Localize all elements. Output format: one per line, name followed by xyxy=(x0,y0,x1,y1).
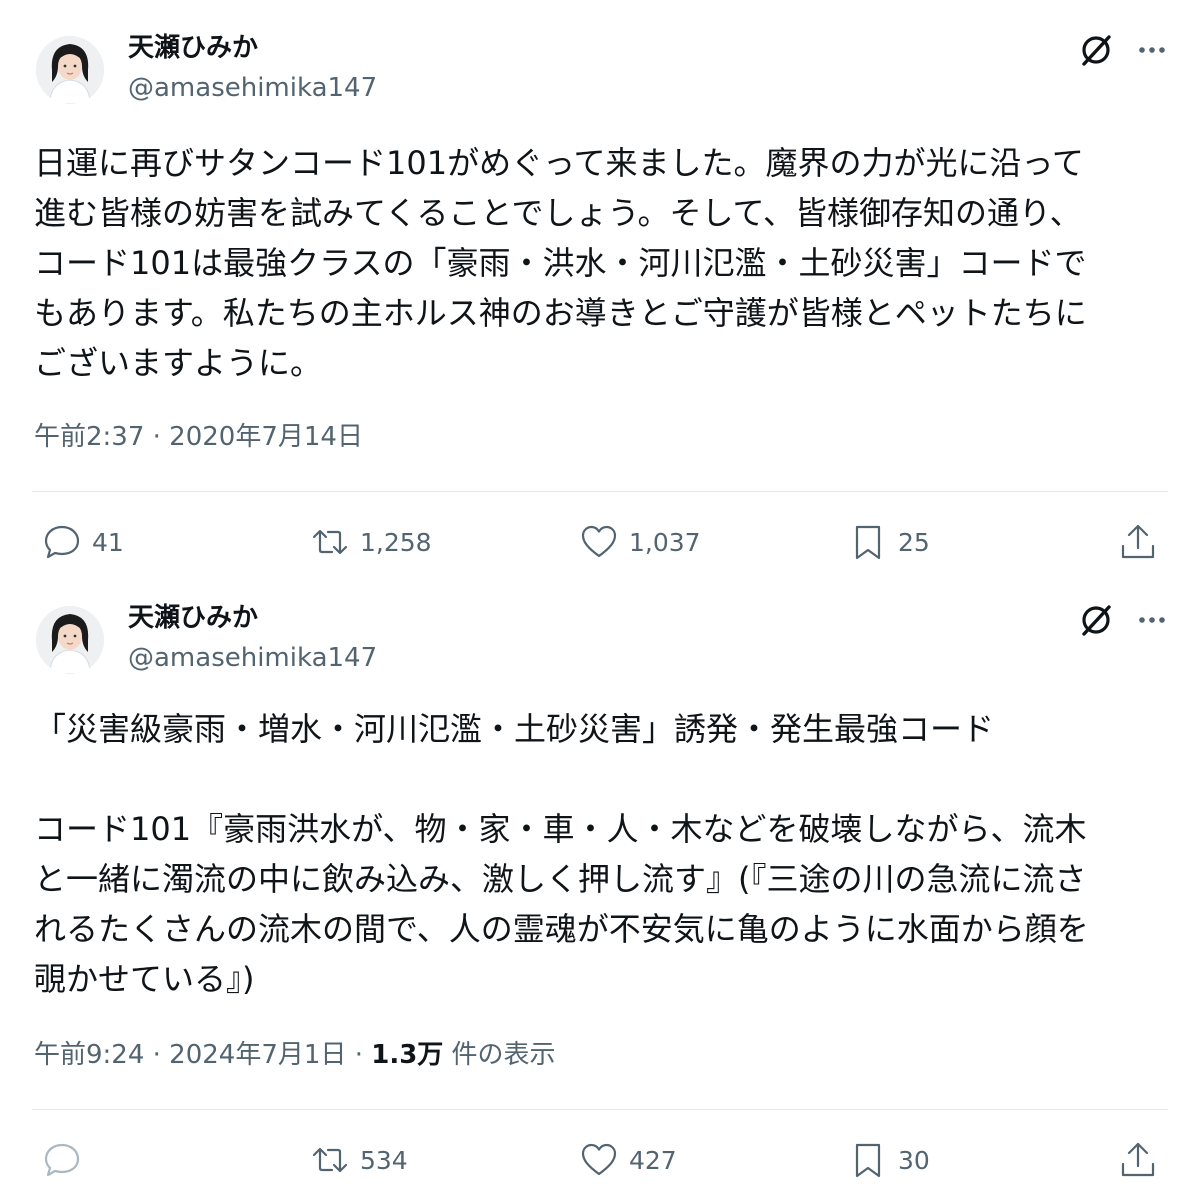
reply-bubble-icon xyxy=(44,1143,80,1177)
like-button[interactable]: 427 xyxy=(579,1138,677,1182)
like-button[interactable]: 1,037 xyxy=(579,520,701,564)
divider xyxy=(32,491,1168,492)
bookmark-count: 25 xyxy=(898,527,930,557)
like-count: 427 xyxy=(629,1145,677,1175)
share-upload-icon xyxy=(1121,1142,1155,1177)
bookmark-button[interactable]: 25 xyxy=(848,520,930,564)
more-dots-icon[interactable] xyxy=(1132,30,1172,70)
tweet-timestamp[interactable]: 午前2:37 · 2020年7月14日 xyxy=(34,421,363,453)
tweet-text: 「災害級豪雨・増水・河川氾濫・土砂災害」誘発・発生最強コード コード101『豪雨… xyxy=(34,710,1089,998)
reply-button[interactable]: 41 xyxy=(42,520,124,564)
views-count: 1.3万 xyxy=(371,1040,444,1070)
timestamp-text[interactable]: 午前2:37 · 2020年7月14日 xyxy=(34,422,363,452)
reply-bubble-icon xyxy=(44,525,80,559)
tweet-2[interactable]: 天瀬ひみか @amasehimika147 「災害級豪雨・増水・河川氾濫・土砂災… xyxy=(0,590,1199,1200)
author-handle[interactable]: @amasehimika147 xyxy=(128,642,377,674)
share-button[interactable] xyxy=(1118,520,1158,564)
heart-icon xyxy=(581,525,617,558)
repost-arrows-icon xyxy=(312,529,348,555)
repost-arrows-icon xyxy=(312,1147,348,1173)
bookmark-icon xyxy=(855,525,881,560)
author-name[interactable]: 天瀬ひみか xyxy=(128,32,258,64)
tweet-text: 日運に再びサタンコード101がめぐって来ました。魔界の力が光に沿って 進む皆様の… xyxy=(34,144,1087,382)
share-upload-icon xyxy=(1121,524,1155,559)
author-handle[interactable]: @amasehimika147 xyxy=(128,72,377,104)
heart-icon xyxy=(581,1143,617,1176)
divider xyxy=(32,1109,1168,1110)
reply-button[interactable] xyxy=(42,1138,92,1182)
repost-button[interactable]: 1,258 xyxy=(310,520,432,564)
bookmark-icon xyxy=(855,1143,881,1178)
timestamp-text[interactable]: 午前9:24 · 2024年7月1日 · xyxy=(34,1040,371,1070)
avatar[interactable] xyxy=(36,606,104,674)
more-dots-icon[interactable] xyxy=(1132,600,1172,640)
bookmark-button[interactable]: 30 xyxy=(848,1138,930,1182)
reply-count: 41 xyxy=(92,527,124,557)
tweet-1[interactable]: 天瀬ひみか @amasehimika147 日運に再びサタンコード101がめぐっ… xyxy=(0,0,1199,590)
repost-count: 534 xyxy=(360,1145,408,1175)
grok-icon[interactable] xyxy=(1076,30,1116,70)
repost-count: 1,258 xyxy=(360,527,432,557)
views-label: 件の表示 xyxy=(443,1040,556,1070)
share-button[interactable] xyxy=(1118,1138,1158,1182)
author-name[interactable]: 天瀬ひみか xyxy=(128,602,258,634)
repost-button[interactable]: 534 xyxy=(310,1138,408,1182)
like-count: 1,037 xyxy=(629,527,701,557)
tweet-timestamp[interactable]: 午前9:24 · 2024年7月1日 · 1.3万 件の表示 xyxy=(34,1039,556,1071)
bookmark-count: 30 xyxy=(898,1145,930,1175)
grok-icon[interactable] xyxy=(1076,600,1116,640)
avatar[interactable] xyxy=(36,36,104,104)
